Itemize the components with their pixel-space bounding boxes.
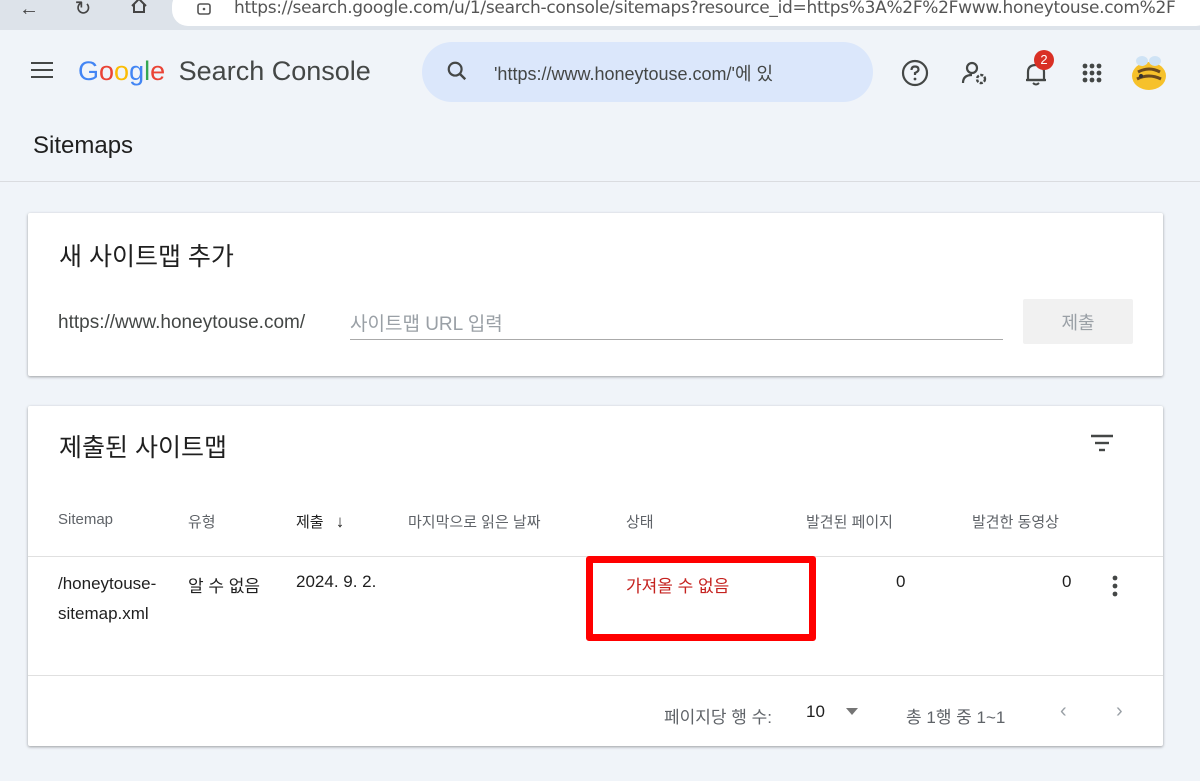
rows-per-page-select[interactable]: 10	[806, 702, 825, 722]
add-sitemap-card: 새 사이트맵 추가 https://www.honeytouse.com/ 제출	[28, 213, 1163, 376]
product-name: Search Console	[178, 56, 371, 86]
page-title: Sitemaps	[33, 132, 134, 159]
pagination-range: 총 1행 중 1~1	[906, 708, 1006, 727]
back-icon[interactable]: ←	[14, 0, 44, 22]
column-header-discovered-videos[interactable]: 발견한 동영상	[972, 511, 1059, 532]
dropdown-caret-icon[interactable]	[846, 708, 858, 715]
account-avatar[interactable]	[1128, 52, 1170, 94]
notification-badge: 2	[1034, 50, 1054, 70]
column-header-submitted-label: 제출	[296, 514, 324, 531]
user-settings-icon[interactable]	[960, 58, 990, 88]
search-console-logo[interactable]: Google Search Console	[78, 56, 371, 87]
column-header-discovered-pages[interactable]: 발견된 페이지	[806, 511, 893, 532]
apps-grid-icon[interactable]	[1077, 58, 1107, 88]
reload-icon[interactable]: ↻	[68, 0, 98, 22]
rows-per-page-label: 페이지당 행 수:	[664, 708, 773, 727]
sitemap-url-prefix: https://www.honeytouse.com/	[58, 312, 306, 333]
column-header-sitemap[interactable]: Sitemap	[58, 511, 113, 528]
next-page-icon[interactable]: ›	[1116, 700, 1123, 723]
address-bar-url: https://search.google.com/u/1/search-con…	[234, 0, 1176, 18]
previous-page-icon[interactable]: ‹	[1060, 700, 1067, 723]
footer-divider	[28, 675, 1163, 676]
cell-submitted: 2024. 9. 2.	[296, 572, 377, 591]
column-header-status[interactable]: 상태	[626, 511, 654, 532]
cell-sitemap: /honeytouse-sitemap.xml	[58, 574, 157, 623]
search-input[interactable]: 'https://www.honeytouse.com/'에 있	[494, 60, 824, 86]
app-header: Google Search Console 'https://www.honey…	[0, 30, 1200, 182]
sort-descending-icon: ↓	[335, 512, 345, 531]
cell-discovered-videos: 0	[1062, 572, 1072, 591]
filter-icon[interactable]	[1089, 433, 1115, 453]
home-icon[interactable]	[124, 0, 154, 22]
column-header-submitted[interactable]: 제출 ↓	[296, 511, 344, 532]
inspect-url-search[interactable]: 'https://www.honeytouse.com/'에 있	[422, 42, 873, 102]
submitted-sitemaps-card: 제출된 사이트맵 Sitemap 유형 제출 ↓ 마지막으로 읽은 날짜 상태 …	[28, 406, 1163, 746]
help-icon[interactable]	[900, 58, 930, 88]
submitted-sitemaps-title: 제출된 사이트맵	[59, 434, 227, 462]
add-sitemap-title: 새 사이트맵 추가	[59, 243, 234, 271]
submit-sitemap-button[interactable]: 제출	[1023, 299, 1133, 344]
column-header-type[interactable]: 유형	[188, 511, 216, 532]
status-highlight-box	[586, 556, 816, 641]
column-header-last-read[interactable]: 마지막으로 읽은 날짜	[408, 511, 541, 532]
site-info-icon[interactable]	[196, 0, 212, 19]
menu-icon[interactable]	[31, 62, 55, 82]
cell-type: 알 수 없음	[188, 577, 261, 596]
search-icon	[447, 61, 467, 81]
cell-discovered-pages: 0	[896, 572, 906, 591]
browser-toolbar: ← ↻ https://search.google.com/u/1/search…	[0, 0, 1200, 30]
more-options-icon[interactable]	[1111, 574, 1119, 598]
sitemap-url-input[interactable]	[350, 310, 1003, 340]
